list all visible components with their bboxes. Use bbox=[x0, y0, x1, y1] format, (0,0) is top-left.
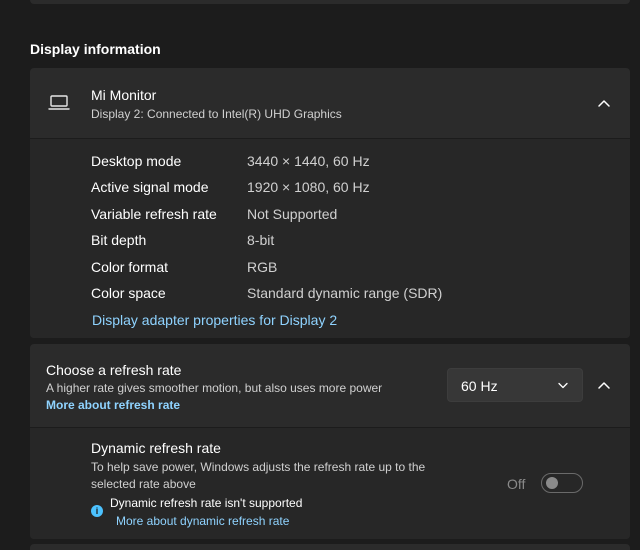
detail-label: Color space bbox=[91, 285, 166, 301]
chevron-up-icon[interactable] bbox=[597, 98, 611, 108]
previous-card-edge bbox=[30, 0, 630, 4]
monitor-subtitle: Display 2: Connected to Intel(R) UHD Gra… bbox=[91, 107, 342, 121]
more-about-refresh-rate-link[interactable]: More about refresh rate bbox=[46, 398, 180, 412]
toggle-state-label: Off bbox=[507, 476, 526, 492]
laptop-icon bbox=[48, 95, 70, 110]
monitor-name: Mi Monitor bbox=[91, 87, 157, 103]
detail-label: Active signal mode bbox=[91, 179, 209, 195]
detail-label: Color format bbox=[91, 259, 169, 275]
monitor-card-header[interactable]: Mi Monitor Display 2: Connected to Intel… bbox=[30, 68, 630, 138]
detail-value: Not Supported bbox=[247, 206, 338, 222]
detail-label: Desktop mode bbox=[91, 153, 182, 169]
refresh-rate-header: Choose a refresh rate A higher rate give… bbox=[30, 344, 630, 427]
next-card-edge bbox=[30, 544, 630, 550]
detail-label: Variable refresh rate bbox=[91, 206, 217, 222]
info-icon: i bbox=[91, 505, 103, 517]
monitor-card: Mi Monitor Display 2: Connected to Intel… bbox=[30, 68, 630, 338]
detail-label: Bit depth bbox=[91, 232, 147, 248]
detail-value: 3440 × 1440, 60 Hz bbox=[247, 153, 370, 169]
toggle-knob bbox=[546, 477, 558, 489]
chevron-up-icon[interactable] bbox=[597, 380, 611, 390]
refresh-rate-description: A higher rate gives smoother motion, but… bbox=[46, 381, 383, 395]
dynamic-refresh-toggle[interactable] bbox=[541, 473, 583, 493]
detail-value: Standard dynamic range (SDR) bbox=[247, 285, 443, 301]
refresh-rate-dropdown[interactable]: 60 Hz bbox=[447, 368, 583, 402]
more-about-dynamic-refresh-link[interactable]: More about dynamic refresh rate bbox=[116, 514, 289, 528]
refresh-rate-selected: 60 Hz bbox=[461, 378, 498, 394]
dynamic-refresh-section: Dynamic refresh rate To help save power,… bbox=[30, 428, 630, 539]
monitor-details: Desktop mode 3440 × 1440, 60 Hz Active s… bbox=[30, 139, 630, 338]
chevron-down-icon bbox=[558, 382, 568, 389]
dynamic-refresh-title: Dynamic refresh rate bbox=[91, 440, 221, 456]
dynamic-refresh-note: Dynamic refresh rate isn't supported bbox=[110, 496, 303, 510]
detail-value: RGB bbox=[247, 259, 278, 275]
detail-value: 8-bit bbox=[247, 232, 275, 248]
display-adapter-link[interactable]: Display adapter properties for Display 2 bbox=[92, 312, 337, 328]
refresh-rate-title: Choose a refresh rate bbox=[46, 362, 182, 378]
refresh-rate-card: Choose a refresh rate A higher rate give… bbox=[30, 344, 630, 539]
dynamic-refresh-description: To help save power, Windows adjusts the … bbox=[91, 460, 426, 491]
detail-value: 1920 × 1080, 60 Hz bbox=[247, 179, 370, 195]
section-title: Display information bbox=[30, 41, 161, 57]
